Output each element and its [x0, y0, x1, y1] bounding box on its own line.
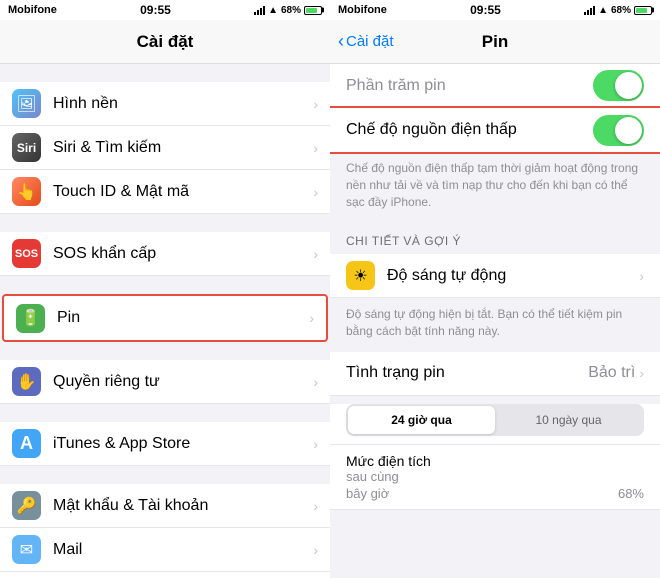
tab-24h[interactable]: 24 giờ qua: [348, 406, 495, 434]
phan-tram-row[interactable]: Phần trăm pin: [330, 64, 660, 108]
che-do-toggle-knob: [615, 117, 642, 144]
tab-section: 24 giờ qua 10 ngày qua: [330, 404, 660, 445]
wallpaper-chevron: ›: [313, 96, 318, 112]
sau-cung-label: sau cùng: [346, 469, 399, 484]
sos-icon: SOS: [12, 239, 41, 268]
mail-chevron: ›: [313, 542, 318, 558]
itunes-icon: A: [12, 429, 41, 458]
tinh-trang-value: Bảo trì: [588, 364, 635, 382]
mail-label: Mail: [53, 541, 313, 559]
left-status-icons: ▲ 68%: [254, 5, 322, 16]
privacy-chevron: ›: [313, 374, 318, 390]
touchid-icon: 👆: [12, 177, 41, 206]
right-nav-bar: ‹ Cài đặt Pin: [330, 20, 660, 64]
pin-label: Pin: [57, 309, 309, 327]
che-do-desc: Chế độ nguồn điện thấp tạm thời giảm hoạ…: [330, 152, 660, 222]
mail-icon: ✉: [12, 535, 41, 564]
settings-item-keychain[interactable]: 🔑 Mật khẩu & Tài khoản ›: [0, 484, 330, 528]
phan-tram-toggle-knob: [615, 72, 642, 99]
phan-tram-toggle[interactable]: [593, 70, 644, 101]
right-time: 09:55: [470, 3, 501, 17]
wallpaper-icon: 🖼: [12, 89, 41, 118]
settings-item-privacy[interactable]: ✋ Quyền riêng tư ›: [0, 360, 330, 404]
right-signal-icon: [584, 5, 595, 15]
back-chevron-icon: ‹: [338, 31, 344, 52]
tinh-trang-chevron: ›: [639, 365, 644, 381]
do-sang-section: ☀ Độ sáng tự động ›: [330, 254, 660, 298]
do-sang-row[interactable]: ☀ Độ sáng tự động ›: [330, 254, 660, 298]
pin-chevron: ›: [309, 310, 314, 326]
pct-value: 68%: [618, 486, 644, 501]
itunes-chevron: ›: [313, 436, 318, 452]
left-time: 09:55: [140, 3, 171, 17]
left-nav-title: Cài đặt: [137, 32, 194, 52]
right-battery-pct-text: 68%: [611, 5, 631, 16]
tinh-trang-row[interactable]: Tình trạng pin Bảo trì ›: [330, 352, 660, 396]
privacy-label: Quyền riêng tư: [53, 373, 313, 391]
settings-item-mail[interactable]: ✉ Mail ›: [0, 528, 330, 572]
siri-chevron: ›: [313, 140, 318, 156]
muc-dien-label: Mức điện tích: [346, 453, 431, 469]
siri-icon: Siri: [12, 133, 41, 162]
sos-chevron: ›: [313, 246, 318, 262]
left-settings-list: 🖼 Hình nền › Siri Siri & Tìm kiếm › 👆 To…: [0, 64, 330, 578]
muc-dien-row: Mức điện tích sau cùng bây giờ 68%: [330, 445, 660, 510]
left-carrier: Mobifone: [8, 4, 57, 16]
touchid-label: Touch ID & Mật mã: [53, 183, 313, 201]
settings-item-pin[interactable]: 🔋 Pin ›: [4, 296, 326, 340]
right-status-bar: Mobifone 09:55 ▲ 68%: [330, 0, 660, 20]
left-status-bar: Mobifone 09:55 ▲ 68%: [0, 0, 330, 20]
signal-icon: [254, 5, 265, 15]
keychain-chevron: ›: [313, 498, 318, 514]
tab-10days[interactable]: 10 ngày qua: [495, 406, 642, 434]
wallpaper-label: Hình nền: [53, 95, 313, 113]
settings-item-contacts[interactable]: 👤 Danh bạ ›: [0, 572, 330, 578]
phan-tram-section: Phần trăm pin: [330, 64, 660, 108]
muc-dien-section: Mức điện tích sau cùng bây giờ 68%: [330, 445, 660, 510]
itunes-label: iTunes & App Store: [53, 435, 313, 453]
chi-tiet-header: CHI TIẾT VÀ GỢI Ý: [330, 222, 660, 254]
right-wifi-icon: ▲: [598, 5, 608, 16]
pin-detail-content: Phần trăm pin Chế độ nguồn điện thấp Chế…: [330, 64, 660, 578]
settings-item-touchid[interactable]: 👆 Touch ID & Mật mã ›: [0, 170, 330, 214]
right-status-icons: ▲ 68%: [584, 5, 652, 16]
right-battery-icon: [634, 6, 652, 15]
che-do-toggle[interactable]: [593, 115, 644, 146]
tinh-trang-section: Tình trạng pin Bảo trì ›: [330, 352, 660, 396]
right-nav-title: Pin: [482, 32, 508, 52]
touchid-chevron: ›: [313, 184, 318, 200]
back-button[interactable]: ‹ Cài đặt: [338, 31, 394, 52]
right-panel: Mobifone 09:55 ▲ 68% ‹ Cài đặt Pin Phần …: [330, 0, 660, 578]
back-label: Cài đặt: [346, 33, 394, 50]
settings-item-wallpaper[interactable]: 🖼 Hình nền ›: [0, 82, 330, 126]
brightness-icon: ☀: [346, 261, 375, 290]
che-do-highlighted-wrapper: Chế độ nguồn điện thấp: [330, 108, 660, 152]
battery-pct-text: 68%: [281, 5, 301, 16]
do-sang-label: Độ sáng tự động: [387, 267, 639, 285]
do-sang-chevron: ›: [639, 268, 644, 284]
keychain-label: Mật khẩu & Tài khoản: [53, 497, 313, 515]
tinh-trang-label: Tình trạng pin: [346, 364, 588, 382]
phan-tram-label: Phần trăm pin: [346, 77, 593, 95]
settings-item-itunes[interactable]: A iTunes & App Store ›: [0, 422, 330, 466]
che-do-label: Chế độ nguồn điện thấp: [346, 121, 593, 139]
siri-label: Siri & Tìm kiếm: [53, 139, 313, 157]
privacy-icon: ✋: [12, 367, 41, 396]
settings-item-sos[interactable]: SOS SOS khẩn cấp ›: [0, 232, 330, 276]
tab-button-group: 24 giờ qua 10 ngày qua: [346, 404, 644, 436]
right-carrier: Mobifone: [338, 4, 387, 16]
wifi-icon: ▲: [268, 5, 278, 16]
pin-icon: 🔋: [16, 304, 45, 333]
che-do-row[interactable]: Chế độ nguồn điện thấp: [330, 108, 660, 152]
settings-item-siri[interactable]: Siri Siri & Tìm kiếm ›: [0, 126, 330, 170]
sos-label: SOS khẩn cấp: [53, 245, 313, 263]
left-nav-bar: Cài đặt: [0, 20, 330, 64]
do-sang-desc: Độ sáng tự động hiện bị tắt. Bạn có thể …: [330, 298, 660, 352]
left-panel: Mobifone 09:55 ▲ 68% Cài đặt 🖼 Hình nền …: [0, 0, 330, 578]
keychain-icon: 🔑: [12, 491, 41, 520]
bay-gio-label: bây giờ: [346, 486, 389, 501]
battery-icon: [304, 6, 322, 15]
